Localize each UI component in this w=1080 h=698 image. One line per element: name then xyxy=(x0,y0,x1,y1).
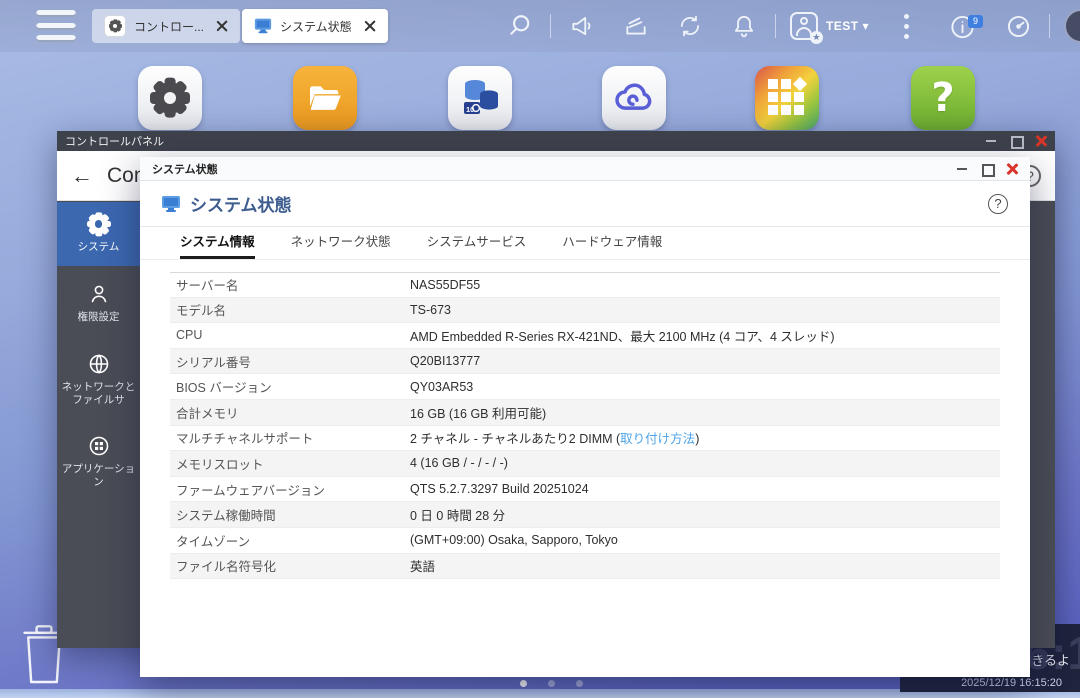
sidebar-item-label: アプリケーション xyxy=(62,463,135,488)
app-grid-icon xyxy=(768,79,806,117)
desktop-icon-help-center[interactable]: ? xyxy=(911,66,975,130)
table-row: サーバー名NAS55DF55 xyxy=(170,272,1000,298)
system-info-table: サーバー名NAS55DF55 モデル名TS-673 CPUAMD Embedde… xyxy=(170,272,1000,579)
notification-count-badge: 9 xyxy=(968,15,983,28)
system-status-window: システム状態 システム状態 ? システム情報 ネットワーク状態 システムサービス… xyxy=(140,157,1030,677)
taskbar-tab-system-status[interactable]: システム状態 xyxy=(242,9,388,43)
installation-guide-link[interactable]: 取り付け方法 xyxy=(620,432,695,446)
system-status-tabs: システム情報 ネットワーク状態 システムサービス ハードウェア情報 xyxy=(140,227,1030,260)
close-icon[interactable] xyxy=(1035,135,1047,147)
system-status-header: システム状態 ? xyxy=(140,181,1030,227)
divider xyxy=(775,14,776,38)
window-title: コントロールパネル xyxy=(65,133,164,149)
page-dot-3[interactable] xyxy=(576,680,583,687)
notifications-bell-icon[interactable] xyxy=(717,13,771,39)
tab-system-info[interactable]: システム情報 xyxy=(180,227,255,259)
minimize-icon[interactable] xyxy=(956,163,968,175)
sidebar-item-label: ネットワークとファイルサ xyxy=(62,381,136,406)
chevron-down-icon: ▾ xyxy=(862,19,869,33)
divider xyxy=(1049,14,1050,38)
resource-monitor-icon[interactable] xyxy=(991,13,1045,40)
help-icon[interactable]: ? xyxy=(988,194,1008,214)
table-row: モデル名TS-673 xyxy=(170,298,1000,324)
monitor-icon xyxy=(255,19,271,33)
announcement-icon[interactable] xyxy=(555,13,609,39)
table-row: CPUAMD Embedded R-Series RX-421ND、最大 210… xyxy=(170,323,1000,349)
star-badge-icon: ★ xyxy=(810,31,823,44)
folder-icon xyxy=(305,78,345,118)
user-avatar-icon: ★ xyxy=(790,12,818,40)
username-text: TEST xyxy=(826,19,859,33)
desktop-icon-app-center[interactable] xyxy=(755,66,819,130)
tab-system-service[interactable]: システムサービス xyxy=(427,227,527,259)
page-dot-2[interactable] xyxy=(548,680,555,687)
desktop-icon-storage-snapshots[interactable]: 10 xyxy=(448,66,512,130)
taskbar-icons: ★ TEST ▾ 9 xyxy=(492,9,1080,43)
sidebar-item-privilege[interactable]: 権限設定 xyxy=(57,266,140,336)
sidebar-item-applications[interactable]: アプリケーション xyxy=(57,420,140,501)
page-dot-1[interactable] xyxy=(520,680,527,687)
table-row: マルチチャネルサポート 2 チャネル - チャネルあたり2 DIMM (取り付け… xyxy=(170,426,1000,452)
desktop-icon-file-station[interactable] xyxy=(293,66,357,130)
question-mark-icon: ? xyxy=(931,75,954,121)
taskbar-tab-control-panel[interactable]: コントロー... xyxy=(92,9,240,43)
gear-icon xyxy=(104,15,126,37)
sidebar-item-label: システム xyxy=(78,241,120,253)
main-menu-icon[interactable] xyxy=(36,10,76,42)
desktop-icon-control-panel[interactable] xyxy=(138,66,202,130)
divider xyxy=(550,14,551,38)
tab-network-status[interactable]: ネットワーク状態 xyxy=(291,227,391,259)
minimize-icon[interactable] xyxy=(985,135,997,147)
control-panel-titlebar[interactable]: コントロールパネル xyxy=(57,131,1055,151)
close-tab-icon[interactable] xyxy=(216,20,228,32)
sidebar-item-system[interactable]: システム xyxy=(57,202,140,266)
svg-text:10: 10 xyxy=(466,105,474,114)
window-title: システム状態 xyxy=(152,161,218,177)
table-row: 合計メモリ16 GB (16 GB 利用可能) xyxy=(170,400,1000,426)
sidebar-item-network-filesvc[interactable]: ネットワークとファイルサ xyxy=(57,336,140,419)
storage-disks-icon: 10 xyxy=(458,76,502,120)
back-arrow-icon[interactable]: ← xyxy=(71,163,93,189)
table-row: システム稼働時間0 日 0 時間 28 分 xyxy=(170,502,1000,528)
gear-icon xyxy=(150,78,190,118)
system-status-titlebar[interactable]: システム状態 xyxy=(140,157,1030,181)
cloud-icon xyxy=(612,76,656,120)
more-options-icon[interactable] xyxy=(879,14,933,39)
gear-icon xyxy=(87,212,111,236)
desktop-icon-myqnapcloud[interactable] xyxy=(602,66,666,130)
close-tab-icon[interactable] xyxy=(364,20,376,32)
taskbar: コントロー... システム状態 ★ TEST ▾ 9 xyxy=(0,0,1080,52)
person-icon xyxy=(87,282,111,306)
table-row: ファイル名符号化英語 xyxy=(170,554,1000,580)
user-menu[interactable]: ★ TEST ▾ xyxy=(780,12,879,40)
maximize-icon[interactable] xyxy=(981,163,993,175)
taskbar-tabs: コントロー... システム状態 xyxy=(92,9,388,43)
table-row: BIOS バージョンQY03AR53 xyxy=(170,374,1000,400)
search-icon[interactable] xyxy=(492,13,546,39)
close-icon[interactable] xyxy=(1006,163,1018,175)
datetime-text: 2025/12/19 16:15:20 xyxy=(961,677,1062,689)
info-notifications-icon[interactable]: 9 xyxy=(933,13,991,40)
table-row: ファームウェアバージョンQTS 5.2.7.3297 Build 2025102… xyxy=(170,477,1000,503)
globe-icon xyxy=(87,352,111,376)
desktop-pagination xyxy=(520,680,583,687)
maximize-icon[interactable] xyxy=(1010,135,1022,147)
monitor-icon xyxy=(162,196,180,212)
apps-icon xyxy=(87,434,111,458)
page-title: システム状態 xyxy=(190,191,292,216)
table-row: シリアル番号Q20BI13777 xyxy=(170,349,1000,375)
control-panel-sidebar: システム 権限設定 ネットワークとファイルサ アプリケーション xyxy=(57,202,140,648)
table-row: タイムゾーン(GMT+09:00) Osaka, Sapporo, Tokyo xyxy=(170,528,1000,554)
sidebar-item-label: 権限設定 xyxy=(78,311,120,323)
background-tasks-icon[interactable] xyxy=(663,13,717,39)
tab-hardware-info[interactable]: ハードウェア情報 xyxy=(562,227,662,259)
dashboard-toggle-icon[interactable] xyxy=(1064,9,1080,43)
table-row: メモリスロット4 (16 GB / - / - / -) xyxy=(170,451,1000,477)
external-device-icon[interactable] xyxy=(609,13,663,39)
